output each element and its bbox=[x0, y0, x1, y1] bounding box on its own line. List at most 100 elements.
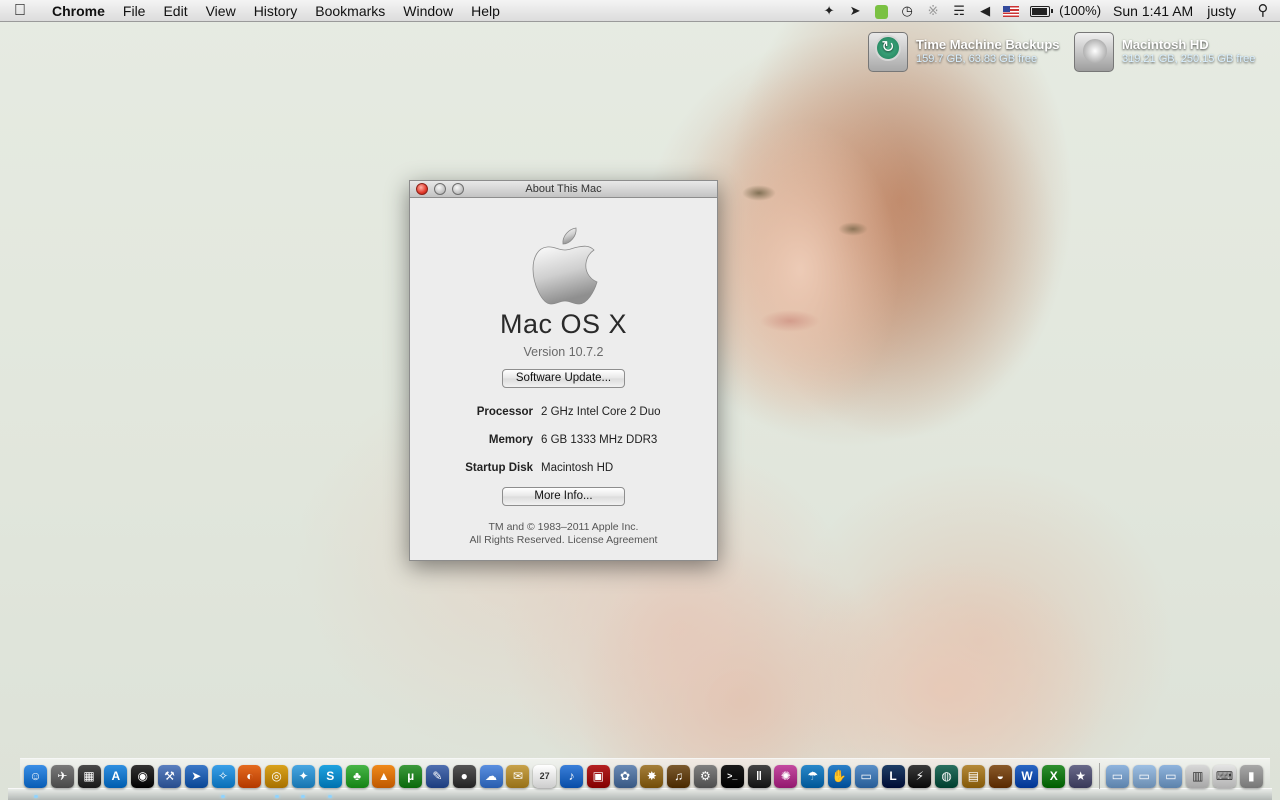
coconut-battery-icon[interactable]: ◒ bbox=[988, 764, 1012, 788]
weather-app-icon[interactable]: ☂ bbox=[801, 764, 825, 788]
time-machine-clock-icon: ↻ bbox=[875, 35, 901, 61]
printer-icon[interactable]: ▥ bbox=[1186, 764, 1210, 788]
wallpaper-face bbox=[700, 120, 900, 420]
spec-label: Processor bbox=[476, 406, 533, 418]
os-name: Mac OS X bbox=[499, 309, 628, 339]
window-title-bar[interactable]: About This Mac bbox=[410, 181, 717, 198]
system-preferences-icon[interactable]: ⚙ bbox=[693, 764, 717, 788]
utorrent-icon[interactable]: µ bbox=[399, 764, 423, 788]
league-of-legends-icon[interactable]: L bbox=[881, 764, 905, 788]
remote-desktop-icon[interactable]: ▭ bbox=[854, 764, 878, 788]
octopus-app-icon[interactable]: ✺ bbox=[774, 764, 798, 788]
calendar-icon[interactable]: 27 bbox=[533, 764, 557, 788]
battery-percent[interactable]: (100%) bbox=[1053, 0, 1107, 22]
evernote-status-icon[interactable] bbox=[868, 0, 894, 22]
finder-icon[interactable]: ☺ bbox=[24, 764, 47, 788]
drive-name: Time Machine Backups bbox=[916, 37, 1060, 52]
window-title: About This Mac bbox=[525, 183, 602, 195]
notes-app-icon[interactable]: ✉ bbox=[506, 764, 530, 788]
dashboard-icon[interactable]: ▦ bbox=[77, 764, 101, 788]
spec-value: 6 GB 1333 MHz DDR3 bbox=[541, 434, 658, 446]
twitter-icon[interactable]: ✦ bbox=[291, 764, 315, 788]
apple-logo-icon bbox=[532, 227, 598, 305]
volume-status-icon[interactable]: ◀ bbox=[972, 0, 998, 22]
menu-help[interactable]: Help bbox=[462, 0, 509, 22]
time-machine-drive-icon: ↻ bbox=[868, 32, 908, 72]
aperture-icon[interactable]: ✸ bbox=[640, 764, 664, 788]
pencil-app-icon[interactable]: ✎ bbox=[425, 764, 449, 788]
legal-notice: TM and © 1983–2011 Apple Inc. All Rights… bbox=[410, 521, 717, 547]
macintosh-hd-drive-label: Macintosh HD 319.21 GB, 250.15 GB free bbox=[1122, 32, 1255, 66]
firefox-icon[interactable]: ◐ bbox=[238, 764, 262, 788]
hand-app-icon[interactable]: ✋ bbox=[827, 764, 851, 788]
wallpaper-eye-right bbox=[838, 222, 868, 236]
copyright-line: TM and © 1983–2011 Apple Inc. bbox=[488, 521, 639, 533]
more-info-button[interactable]: More Info... bbox=[502, 487, 625, 506]
excel-icon[interactable]: X bbox=[1042, 764, 1066, 788]
camera-app-icon[interactable]: ● bbox=[452, 764, 476, 788]
spec-label: Startup Disk bbox=[465, 462, 533, 474]
drive-info: 159.7 GB, 63.83 GB free bbox=[916, 53, 1038, 65]
menu-user-name[interactable]: justy bbox=[1199, 0, 1246, 22]
input-source-flag-icon[interactable] bbox=[1003, 5, 1020, 17]
drive-name: Macintosh HD bbox=[1122, 37, 1209, 52]
trash-icon[interactable]: ▮ bbox=[1239, 764, 1263, 788]
iphoto-icon[interactable]: ✿ bbox=[613, 764, 637, 788]
menu-bookmarks[interactable]: Bookmarks bbox=[306, 0, 394, 22]
dashboard-gauge-icon[interactable]: ◉ bbox=[131, 764, 155, 788]
hard-drive-platter bbox=[1083, 39, 1107, 63]
time-machine-status-icon[interactable]: ◷ bbox=[894, 0, 920, 22]
spotlight-search-icon[interactable]: ⚲ bbox=[1246, 0, 1280, 22]
time-machine-drive-label: Time Machine Backups 159.7 GB, 63.83 GB … bbox=[916, 32, 1060, 66]
app-store-icon[interactable]: A bbox=[104, 764, 128, 788]
menu-clock[interactable]: Sun 1:41 AM bbox=[1107, 0, 1199, 22]
battery-level-fill bbox=[1032, 7, 1048, 15]
cursor-status-icon[interactable]: ➤ bbox=[842, 0, 868, 22]
spec-row-processor: Processor 2 GHz Intel Core 2 Duo bbox=[410, 406, 717, 422]
desktop-drive-time-machine[interactable]: ↻ Time Machine Backups 159.7 GB, 63.83 G… bbox=[868, 32, 1060, 72]
applications-folder-icon[interactable]: ▭ bbox=[1105, 764, 1129, 788]
spec-value: Macintosh HD bbox=[541, 462, 614, 474]
garageband-icon[interactable]: ♫ bbox=[667, 764, 691, 788]
menu-app-name[interactable]: Chrome bbox=[40, 0, 114, 22]
hard-drive-icon bbox=[1074, 32, 1114, 72]
battery-status-icon[interactable] bbox=[1030, 5, 1054, 17]
menu-window[interactable]: Window bbox=[394, 0, 462, 22]
word-icon[interactable]: W bbox=[1015, 764, 1039, 788]
wallpaper-lips bbox=[760, 310, 820, 332]
terminal-icon[interactable]: >_ bbox=[720, 764, 744, 788]
license-agreement-line[interactable]: All Rights Reserved. License Agreement bbox=[410, 534, 717, 547]
chat-app-icon[interactable]: ☁ bbox=[479, 764, 503, 788]
imovie-icon[interactable]: ★ bbox=[1069, 764, 1093, 788]
os-version[interactable]: Version 10.7.2 bbox=[410, 345, 717, 359]
photo-booth-icon[interactable]: ▣ bbox=[586, 764, 610, 788]
apple-menu-icon[interactable]:  bbox=[0, 2, 40, 20]
menu-file[interactable]: File bbox=[114, 0, 155, 22]
chrome-icon[interactable]: ◎ bbox=[265, 764, 289, 788]
launchpad-icon[interactable]: ✈ bbox=[50, 764, 74, 788]
globe-app-icon[interactable]: ◍ bbox=[935, 764, 959, 788]
adium-icon[interactable]: ♣ bbox=[345, 764, 369, 788]
xcode-icon[interactable]: ⚒ bbox=[157, 764, 181, 788]
cursor-app-icon[interactable]: ➤ bbox=[184, 764, 208, 788]
twitter-status-icon[interactable]: ✦ bbox=[816, 0, 842, 22]
keyboard-icon[interactable]: ⌨ bbox=[1213, 764, 1237, 788]
vlc-icon[interactable]: ▲ bbox=[372, 764, 396, 788]
steam-icon[interactable]: ⚡ bbox=[908, 764, 932, 788]
menu-view[interactable]: View bbox=[197, 0, 245, 22]
bluetooth-status-icon[interactable]: ※ bbox=[920, 0, 946, 22]
parallels-icon[interactable]: ‖ bbox=[747, 764, 771, 788]
skype-icon[interactable]: S bbox=[318, 764, 342, 788]
itunes-icon[interactable]: ♪ bbox=[559, 764, 583, 788]
safari-icon[interactable]: ✧ bbox=[211, 764, 235, 788]
downloads-folder-icon[interactable]: ▭ bbox=[1159, 764, 1183, 788]
dock: ☺ ✈ ▦ A ◉ ⚒ ➤ ✧ ◐ ◎ ✦ S ♣ ▲ µ ✎ ● ☁ ✉ 27 ♪ ▣ ✿ ✸ ♫ ⚙ >_ ‖ ✺ ☂ ✋ ▭ L ⚡ ◍ ▤ ◒ W… bbox=[24, 762, 1267, 790]
archive-utility-icon[interactable]: ▤ bbox=[961, 764, 985, 788]
wifi-status-icon[interactable]: ☴ bbox=[946, 0, 972, 22]
menu-history[interactable]: History bbox=[245, 0, 307, 22]
spec-value: 2 GHz Intel Core 2 Duo bbox=[541, 406, 661, 418]
desktop-drive-macintosh-hd[interactable]: Macintosh HD 319.21 GB, 250.15 GB free bbox=[1074, 32, 1255, 72]
menu-edit[interactable]: Edit bbox=[154, 0, 196, 22]
software-update-button[interactable]: Software Update... bbox=[502, 369, 625, 388]
documents-folder-icon[interactable]: ▭ bbox=[1132, 764, 1156, 788]
